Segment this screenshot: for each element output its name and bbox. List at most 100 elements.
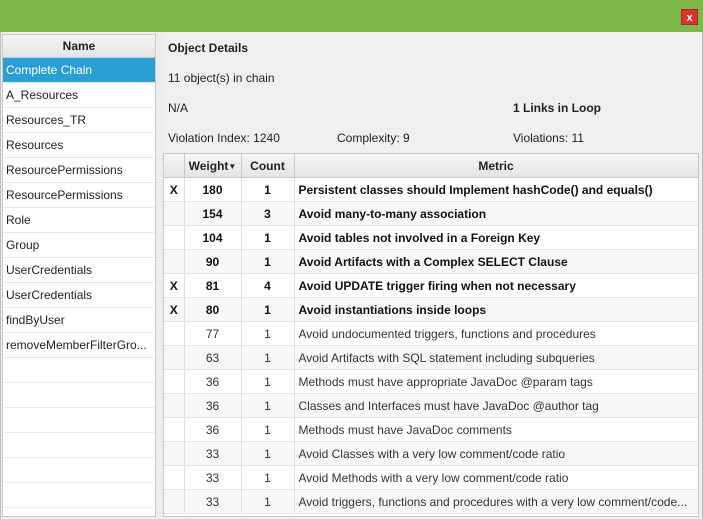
metrics-table: Weight▼ Count Metric X 180 1 Persistent cla… xyxy=(164,154,698,514)
table-row[interactable]: 77 1 Avoid undocumented triggers, function… xyxy=(164,321,698,346)
weight-cell: 154 xyxy=(184,201,242,226)
chain-list-item[interactable]: removeMemberFilterGro... xyxy=(3,333,155,358)
count-cell: 1 xyxy=(241,297,295,322)
window-titlebar[interactable]: x xyxy=(0,0,703,32)
count-cell: 1 xyxy=(241,321,295,346)
table-row[interactable]: 90 1 Avoid Artifacts with a Complex SELECT… xyxy=(164,249,698,274)
flag-cell xyxy=(164,417,185,442)
object-details-title: Object Details xyxy=(168,41,249,55)
chain-list: Complete Chain A_Resources Resources_TR Res… xyxy=(3,58,155,516)
chain-list-item[interactable]: ResourcePermissions xyxy=(3,183,155,208)
chain-list-empty-row xyxy=(3,408,155,433)
count-cell: 3 xyxy=(241,201,295,226)
complexity-text: Complexity: 9 xyxy=(337,131,410,145)
weight-cell: 80 xyxy=(184,297,242,322)
sort-descending-icon: ▼ xyxy=(228,161,237,171)
chain-list-empty-row xyxy=(3,458,155,483)
links-in-loop-text: 1 Links in Loop xyxy=(513,101,602,115)
metric-cell: Methods must have appropriate JavaDoc @p… xyxy=(294,369,698,394)
count-cell: 1 xyxy=(241,465,295,490)
metric-cell: Avoid Artifacts with a Complex SELECT Cl… xyxy=(294,249,698,274)
chain-list-item[interactable]: ResourcePermissions xyxy=(3,158,155,183)
column-header-weight-label: Weight xyxy=(188,158,229,173)
weight-cell: 36 xyxy=(184,417,242,442)
weight-cell: 180 xyxy=(184,177,242,202)
metric-cell: Avoid Methods with a very low comment/co… xyxy=(294,465,698,490)
weight-cell: 33 xyxy=(184,465,242,490)
chain-list-header[interactable]: Name xyxy=(3,35,155,58)
column-header-weight[interactable]: Weight▼ xyxy=(184,154,242,178)
weight-cell: 81 xyxy=(184,273,242,298)
chain-list-empty-row xyxy=(3,383,155,408)
metric-cell: Avoid instantiations inside loops xyxy=(294,297,698,322)
metric-cell: Persistent classes should Implement hash… xyxy=(294,177,698,202)
count-cell: 1 xyxy=(241,249,295,274)
metric-cell: Avoid undocumented triggers, functions a… xyxy=(294,321,698,346)
weight-cell: 63 xyxy=(184,345,242,370)
flag-cell: X xyxy=(164,297,185,322)
close-button[interactable]: x xyxy=(681,9,698,25)
flag-cell xyxy=(164,489,185,514)
chain-list-item[interactable]: UserCredentials xyxy=(3,258,155,283)
column-header-count[interactable]: Count xyxy=(241,154,295,178)
flag-cell xyxy=(164,201,185,226)
table-row[interactable]: 36 1 Methods must have appropriate JavaDoc… xyxy=(164,369,698,394)
flag-cell xyxy=(164,249,185,274)
metric-cell: Methods must have JavaDoc comments xyxy=(294,417,698,442)
table-row[interactable]: X 180 1 Persistent classes should Implement… xyxy=(164,177,698,202)
chain-list-item[interactable]: Complete Chain xyxy=(3,58,155,83)
chain-list-empty-row xyxy=(3,483,155,508)
table-row[interactable]: 104 1 Avoid tables not involved in a Forei… xyxy=(164,225,698,250)
violation-index-text: Violation Index: 1240 xyxy=(168,131,280,145)
column-header-metric[interactable]: Metric xyxy=(294,154,698,178)
metric-cell: Avoid tables not involved in a Foreign K… xyxy=(294,225,698,250)
table-row[interactable]: 33 1 Avoid Methods with a very low comment… xyxy=(164,465,698,490)
weight-cell: 104 xyxy=(184,225,242,250)
table-row[interactable]: 33 1 Avoid triggers, functions and procedu… xyxy=(164,489,698,514)
metric-cell: Avoid Artifacts with SQL statement inclu… xyxy=(294,345,698,370)
chain-list-item[interactable]: Resources_TR xyxy=(3,108,155,133)
metrics-table-container: Weight▼ Count Metric X 180 1 Persistent cla… xyxy=(163,153,699,517)
count-cell: 1 xyxy=(241,345,295,370)
count-cell: 1 xyxy=(241,225,295,250)
column-header-flag[interactable] xyxy=(164,154,185,178)
table-header-row: Weight▼ Count Metric xyxy=(164,154,698,178)
count-cell: 1 xyxy=(241,369,295,394)
chain-list-item[interactable]: findByUser xyxy=(3,308,155,333)
violations-text: Violations: 11 xyxy=(513,131,584,145)
table-row[interactable]: 36 1 Methods must have JavaDoc comments xyxy=(164,417,698,442)
object-details-panel: Object Details 11 object(s) in chain N/A… xyxy=(163,34,701,152)
weight-cell: 33 xyxy=(184,489,242,514)
count-cell: 1 xyxy=(241,393,295,418)
metric-cell: Avoid triggers, functions and procedures… xyxy=(294,489,698,514)
metric-cell: Classes and Interfaces must have JavaDoc… xyxy=(294,393,698,418)
flag-cell xyxy=(164,321,185,346)
metric-cell: Avoid Classes with a very low comment/co… xyxy=(294,441,698,466)
weight-cell: 77 xyxy=(184,321,242,346)
object-count-text: 11 object(s) in chain xyxy=(168,71,275,85)
table-body: X 180 1 Persistent classes should Implement… xyxy=(164,177,698,514)
flag-cell xyxy=(164,465,185,490)
table-row[interactable]: 63 1 Avoid Artifacts with SQL statement in… xyxy=(164,345,698,370)
weight-cell: 36 xyxy=(184,369,242,394)
flag-cell xyxy=(164,393,185,418)
table-row[interactable]: 33 1 Avoid Classes with a very low comment… xyxy=(164,441,698,466)
table-row[interactable]: X 81 4 Avoid UPDATE trigger firing when not… xyxy=(164,273,698,298)
chain-list-item[interactable]: UserCredentials xyxy=(3,283,155,308)
metric-cell: Avoid many-to-many association xyxy=(294,201,698,226)
chain-list-item[interactable]: Group xyxy=(3,233,155,258)
chain-list-item[interactable]: Resources xyxy=(3,133,155,158)
chain-list-empty-row xyxy=(3,358,155,383)
chain-list-item[interactable]: A_Resources xyxy=(3,83,155,108)
count-cell: 1 xyxy=(241,489,295,514)
flag-cell: X xyxy=(164,273,185,298)
na-text: N/A xyxy=(168,101,189,115)
table-row[interactable]: 36 1 Classes and Interfaces must have Java… xyxy=(164,393,698,418)
chain-list-item[interactable]: Role xyxy=(3,208,155,233)
table-row[interactable]: 154 3 Avoid many-to-many association xyxy=(164,201,698,226)
flag-cell xyxy=(164,345,185,370)
table-row[interactable]: X 80 1 Avoid instantiations inside loops xyxy=(164,297,698,322)
chain-list-empty-row xyxy=(3,433,155,458)
chain-list-panel: Name Complete Chain A_Resources Resources_… xyxy=(2,34,156,517)
count-cell: 1 xyxy=(241,417,295,442)
